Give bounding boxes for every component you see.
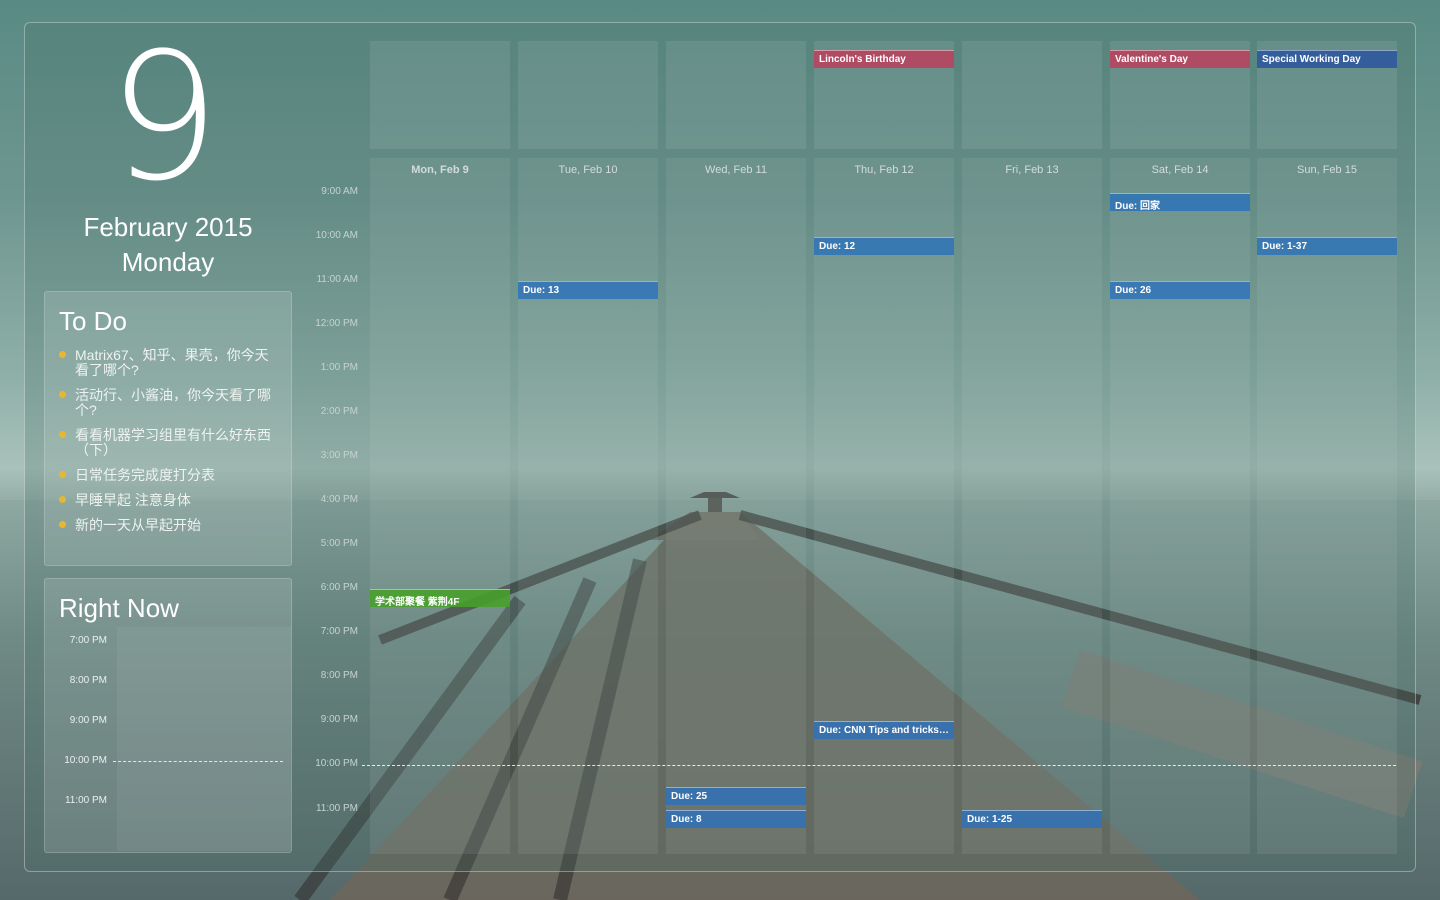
calendar-event[interactable]: Due: 26	[1110, 281, 1250, 299]
calendar-event[interactable]: Due: 1-25	[962, 810, 1102, 828]
bullet-dot-icon	[59, 351, 66, 358]
right-now-timeline	[117, 627, 291, 851]
todo-panel: To Do Matrix67、知乎、果壳，你今天看了哪个? 活动行、小酱油，你今…	[44, 291, 292, 566]
right-now-title: Right Now	[59, 593, 179, 623]
todo-item[interactable]: Matrix67、知乎、果壳，你今天看了哪个?	[59, 348, 277, 378]
all-day-event[interactable]: Lincoln's Birthday	[814, 50, 954, 68]
all-day-event[interactable]: Special Working Day	[1257, 50, 1397, 68]
todo-list: Matrix67、知乎、果壳，你今天看了哪个? 活动行、小酱油，你今天看了哪个?…	[59, 348, 277, 543]
bullet-dot-icon	[59, 496, 66, 503]
right-now-panel: Right Now 7:00 PM 8:00 PM 9:00 PM 10:00 …	[44, 578, 292, 853]
bullet-dot-icon	[59, 391, 66, 398]
todo-item[interactable]: 看看机器学习组里有什么好东西（下）	[59, 428, 277, 458]
todo-item[interactable]: 活动行、小酱油，你今天看了哪个?	[59, 388, 277, 418]
calendar-event[interactable]: Due: 12	[814, 237, 954, 255]
current-weekday: Monday	[121, 247, 215, 277]
calendar-event[interactable]: Due: 8	[666, 810, 806, 828]
calendar-event[interactable]: Due: 回家	[1110, 193, 1250, 211]
right-now-current-time-line	[113, 761, 283, 762]
right-now-time-label: 7:00 PM	[69, 635, 107, 646]
bullet-dot-icon	[59, 471, 66, 478]
calendar-event[interactable]: Due: 1-37	[1257, 237, 1397, 255]
current-day-number: 9	[108, 15, 220, 220]
calendar-event[interactable]: Due: 25	[666, 787, 806, 805]
calendar-event[interactable]: 学术部聚餐 紫荆4F	[370, 589, 510, 607]
right-now-time-label: 8:00 PM	[69, 675, 107, 686]
right-now-time-label: 10:00 PM	[64, 755, 107, 766]
bullet-dot-icon	[59, 431, 66, 438]
todo-title: To Do	[59, 306, 127, 336]
bullet-dot-icon	[59, 521, 66, 528]
todo-item[interactable]: 早睡早起 注意身体	[59, 493, 277, 508]
todo-item[interactable]: 新的一天从早起开始	[59, 518, 277, 533]
right-now-time-label: 11:00 PM	[64, 795, 107, 806]
current-month-year: February 2015	[83, 212, 253, 242]
todo-item[interactable]: 日常任务完成度打分表	[59, 468, 277, 483]
calendar-event[interactable]: Due: CNN Tips and tricks:...	[814, 721, 954, 739]
right-now-time-label: 9:00 PM	[69, 715, 107, 726]
calendar-event[interactable]: Due: 13	[518, 281, 658, 299]
all-day-event[interactable]: Valentine's Day	[1110, 50, 1250, 68]
current-time-line	[362, 765, 1396, 766]
